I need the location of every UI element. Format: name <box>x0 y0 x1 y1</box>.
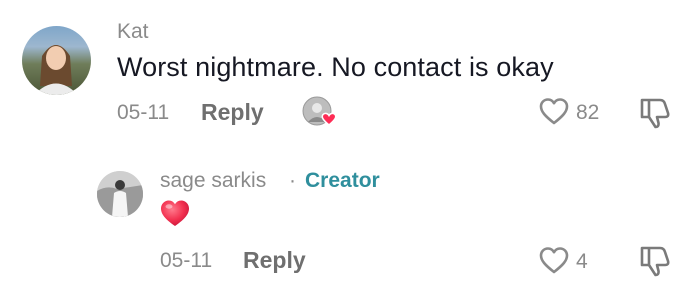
username-separator: · <box>289 169 296 192</box>
thumbs-down-icon <box>640 246 670 277</box>
creator-badge: Creator <box>305 169 380 192</box>
comment-thread: Kat Worst nightmare. No contact is okay … <box>0 0 700 292</box>
avatar-photo <box>97 171 143 217</box>
reply-like-count: 4 <box>576 250 588 273</box>
heart-outline-icon <box>539 247 569 274</box>
red-heart-emoji-icon <box>161 200 189 226</box>
comment-date: 05-11 <box>117 101 170 124</box>
comment-text: Worst nightmare. No contact is okay <box>117 52 554 82</box>
reply-date: 05-11 <box>160 249 213 272</box>
reply-emoji <box>159 198 191 228</box>
creator-avatar[interactable] <box>97 171 143 217</box>
reply-reply-button[interactable]: Reply <box>243 247 306 274</box>
reply-username[interactable]: sage sarkis <box>160 169 266 193</box>
commenter-avatar[interactable] <box>22 26 91 95</box>
creator-liked-indicator <box>302 96 340 128</box>
like-button[interactable] <box>538 96 570 126</box>
heart-outline-icon <box>539 98 569 125</box>
reply-dislike-button[interactable] <box>638 244 672 278</box>
like-count: 82 <box>576 101 600 124</box>
avatar-photo <box>34 45 78 95</box>
creator-liked-avatar-icon <box>302 96 337 126</box>
thumbs-down-icon <box>640 98 670 129</box>
reply-button[interactable]: Reply <box>201 99 264 126</box>
commenter-username[interactable]: Kat <box>117 20 149 44</box>
dislike-button[interactable] <box>638 96 672 130</box>
reply-like-button[interactable] <box>538 245 570 275</box>
